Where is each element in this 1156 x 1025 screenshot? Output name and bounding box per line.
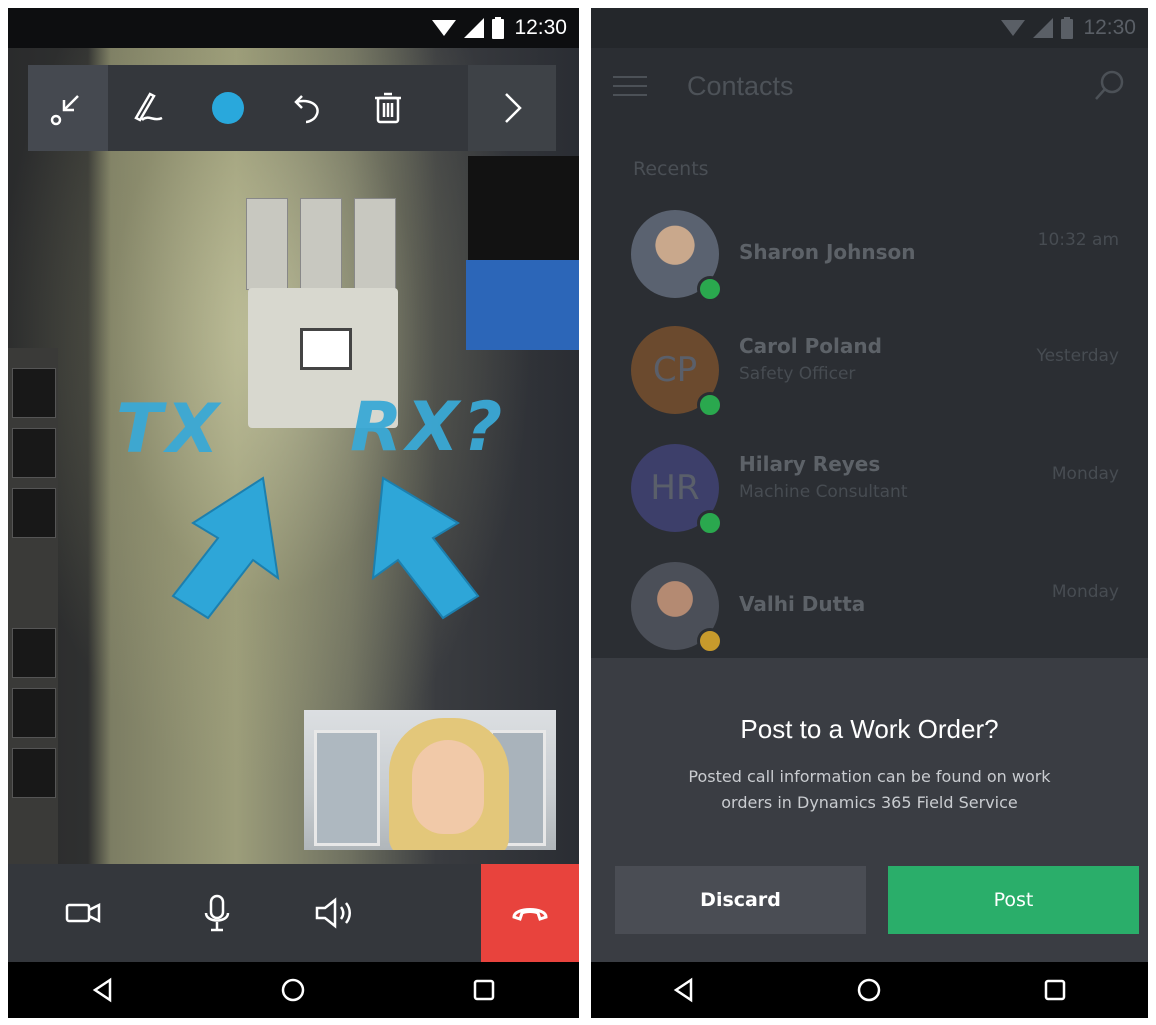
- annotation-toolbar: [28, 65, 556, 151]
- status-bar: 12:30: [591, 8, 1148, 48]
- contact-time: 10:32 am: [1037, 230, 1119, 250]
- post-button[interactable]: Post: [888, 866, 1139, 934]
- post-dialog: Post to a Work Order? Posted call inform…: [591, 658, 1148, 964]
- dialog-body: Posted call information can be found on …: [688, 767, 1051, 812]
- pen-icon: [134, 92, 163, 122]
- back-icon[interactable]: [671, 977, 697, 1003]
- video-toggle-button[interactable]: [8, 864, 158, 962]
- end-call-icon: [512, 908, 548, 921]
- recents-label: Recents: [633, 158, 709, 180]
- cell-signal-icon: [1033, 18, 1054, 38]
- contact-time: Yesterday: [1036, 346, 1119, 366]
- breaker-panel: [8, 348, 58, 868]
- end-call-button[interactable]: [481, 864, 579, 962]
- annotation-rx: RX?: [350, 388, 507, 467]
- status-time: 12:30: [1083, 16, 1136, 39]
- contacts-screen: 12:30 Contacts Recents Sharon Johnson 10…: [591, 8, 1148, 1018]
- mute-button[interactable]: [158, 864, 276, 962]
- presence-away-icon: [697, 628, 723, 654]
- android-nav-bar: [591, 962, 1148, 1018]
- call-controls: [8, 864, 579, 962]
- contact-name: Sharon Johnson: [739, 240, 916, 264]
- contacts-header: Contacts: [591, 48, 1148, 124]
- annotation-arrow-right: [371, 476, 480, 620]
- annotation-tx: TX: [116, 390, 223, 469]
- presence-available-icon: [697, 276, 723, 302]
- search-icon[interactable]: [1092, 69, 1126, 103]
- home-icon[interactable]: [856, 977, 882, 1003]
- discard-button[interactable]: Discard: [615, 866, 866, 934]
- delete-button[interactable]: [348, 65, 428, 151]
- next-button[interactable]: [468, 65, 556, 151]
- contact-role: Machine Consultant: [739, 482, 908, 502]
- video-call-screen: 12:30 TX RX?: [8, 8, 579, 1018]
- back-icon[interactable]: [90, 977, 116, 1003]
- contact-role: Safety Officer: [739, 364, 856, 384]
- speaker-icon: [315, 897, 351, 929]
- undo-button[interactable]: [268, 65, 348, 151]
- trash-icon: [375, 92, 401, 124]
- contact-name: Carol Poland: [739, 334, 882, 358]
- speaker-button[interactable]: [276, 864, 394, 962]
- contact-row[interactable]: Valhi Dutta Monday: [631, 562, 1131, 658]
- android-nav-bar: [8, 962, 579, 1018]
- contact-row[interactable]: CP Carol Poland Safety Officer Yesterday: [631, 326, 1131, 422]
- terminal-block: [468, 156, 579, 266]
- status-time: 12:30: [514, 16, 567, 39]
- contact-time: Monday: [1051, 582, 1119, 602]
- page-title: Contacts: [687, 70, 794, 101]
- color-dot-icon: [212, 92, 244, 124]
- color-picker-button[interactable]: [188, 65, 268, 151]
- chevron-right-icon: [505, 93, 522, 123]
- self-view-video[interactable]: [304, 710, 556, 850]
- battery-icon: [492, 17, 505, 39]
- dialog-title: Post to a Work Order?: [740, 714, 999, 744]
- wifi-icon: [1001, 20, 1026, 36]
- undo-icon: [294, 95, 319, 124]
- cell-signal-icon: [464, 18, 485, 38]
- blue-label-panel: [466, 260, 579, 350]
- annotation-arrow-left: [171, 476, 280, 620]
- collapse-tool-button[interactable]: [28, 65, 108, 151]
- recents-icon[interactable]: [471, 977, 497, 1003]
- fuse-block: [246, 198, 396, 290]
- contact-name: Hilary Reyes: [739, 452, 881, 476]
- contact-time: Monday: [1051, 464, 1119, 484]
- menu-icon[interactable]: [613, 76, 647, 96]
- microphone-icon: [204, 894, 230, 932]
- status-bar: 12:30: [8, 8, 579, 48]
- wifi-icon: [432, 20, 457, 36]
- presence-available-icon: [697, 510, 723, 536]
- collapse-arrow-icon: [50, 95, 79, 126]
- contact-row[interactable]: HR Hilary Reyes Machine Consultant Monda…: [631, 444, 1131, 540]
- video-camera-icon: [65, 902, 101, 924]
- pen-tool-button[interactable]: [108, 65, 188, 151]
- contact-name: Valhi Dutta: [739, 592, 866, 616]
- recents-icon[interactable]: [1042, 977, 1068, 1003]
- home-icon[interactable]: [280, 977, 306, 1003]
- contact-row[interactable]: Sharon Johnson 10:32 am: [631, 210, 1131, 306]
- battery-icon: [1061, 17, 1074, 39]
- presence-available-icon: [697, 392, 723, 418]
